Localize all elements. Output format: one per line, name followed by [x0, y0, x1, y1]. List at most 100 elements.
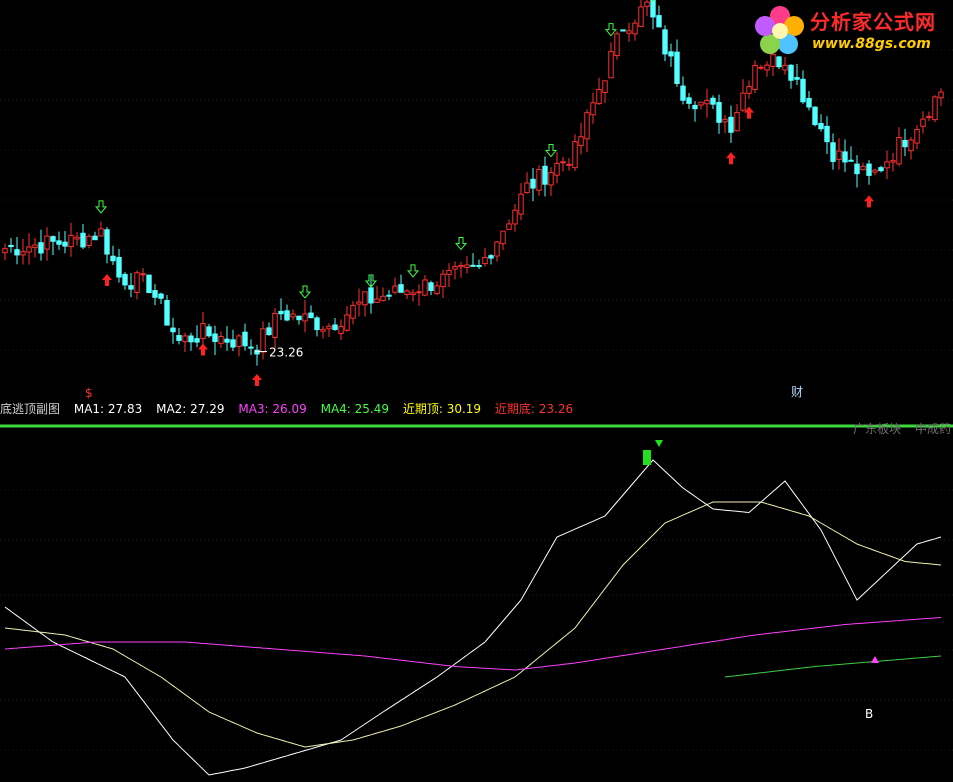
candle-body [632, 22, 638, 35]
candle-body [674, 51, 680, 84]
candle-body [182, 335, 188, 343]
candle-body [812, 106, 818, 126]
candle-body [416, 291, 422, 294]
candle-body [764, 64, 770, 71]
indicator-series [4, 459, 942, 776]
candle-body [320, 328, 326, 332]
candle-body [116, 256, 122, 278]
candle-body [722, 118, 728, 123]
candle-body [554, 162, 560, 176]
candle-body [662, 29, 668, 55]
candle-body [938, 91, 944, 99]
candle-body [470, 264, 476, 267]
sell-arrow-icon [94, 200, 108, 214]
candle-body [68, 234, 74, 248]
candle-body [86, 235, 92, 247]
candle-body [446, 269, 452, 275]
candle-body [8, 244, 14, 248]
candle-body [188, 335, 194, 343]
candle-body [458, 264, 464, 268]
candle-body [902, 139, 908, 148]
sector-label-region: 广东板块 [853, 422, 902, 436]
candle-body [362, 291, 368, 306]
candle-body [122, 273, 128, 286]
candle-body [392, 285, 398, 293]
candle-body [290, 313, 296, 318]
candle-body [872, 169, 878, 173]
candle-body [830, 142, 836, 162]
candle-body [524, 182, 530, 194]
candle-body [356, 301, 362, 305]
candle-body [530, 178, 536, 189]
candle-body [50, 236, 56, 242]
indicator-line-yellow [4, 501, 942, 748]
candle-body [836, 150, 842, 160]
candle-body [638, 6, 644, 27]
candle-body [734, 112, 740, 132]
sector-labels: 广东板块 中成药 [843, 420, 951, 437]
candle-body [422, 279, 428, 296]
chart-canvas: 23.26 $ 财 B [0, 0, 953, 776]
candle-body [176, 335, 182, 341]
candle-body [278, 310, 284, 315]
logo-url: www.88gs.com [812, 36, 931, 52]
candle-body [614, 33, 620, 57]
candle-body [896, 136, 902, 165]
candle-body [308, 312, 314, 319]
candle-body [494, 241, 500, 257]
candle-body [62, 241, 68, 247]
candle-body [386, 294, 392, 297]
candle-body [398, 284, 404, 293]
candle-body [344, 314, 350, 331]
candle-body [212, 333, 218, 342]
candle-body [596, 89, 602, 105]
candle-body [908, 139, 914, 152]
candle-body [428, 282, 434, 291]
site-logo: 分析家公式网 www.88gs.com [752, 2, 952, 58]
candle-body [2, 248, 8, 254]
buy-arrow-icon [726, 152, 736, 165]
candle-body [668, 51, 674, 57]
up-triangle-icon [871, 656, 879, 663]
candle-body [224, 338, 230, 343]
candle-body [26, 246, 32, 253]
candle-body [566, 163, 572, 166]
candle-body [650, 0, 656, 18]
candle-body [14, 249, 20, 256]
candle-body [110, 255, 116, 262]
candle-body [440, 273, 446, 288]
candle-body [128, 285, 134, 290]
candle-body [284, 310, 290, 321]
candle-body [806, 97, 812, 108]
candle-body [686, 97, 692, 104]
candle-body [620, 29, 626, 32]
candle-body [200, 323, 206, 339]
legend-ma2: MA2: 27.29 [156, 402, 225, 416]
candle-body [332, 324, 338, 331]
indicator-markers: B [643, 440, 879, 721]
candle-body [488, 255, 494, 259]
buy-arrow-icon [198, 343, 208, 356]
legend-ma1: MA1: 27.83 [73, 402, 143, 416]
candle-body [704, 99, 710, 105]
candle-body [266, 327, 272, 336]
candle-body [926, 116, 932, 119]
candle-body [404, 290, 410, 295]
indicator-line-magenta [4, 617, 942, 671]
sell-arrow-icon [544, 144, 558, 158]
buy-arrow-icon [864, 195, 874, 208]
candle-body [728, 116, 734, 133]
sell-arrow-icon [406, 264, 420, 278]
candle-body [920, 118, 926, 127]
candle-body [272, 312, 278, 338]
candle-body [542, 165, 548, 185]
candle-body [656, 15, 662, 28]
candle-body [500, 230, 506, 245]
caption-marker: 财 [791, 385, 803, 399]
indicator-legend: 底逃顶副图 MA1: 27.83 MA2: 27.29 MA3: 26.09 M… [0, 400, 583, 418]
candle-body [914, 129, 920, 144]
candle-body [380, 295, 386, 302]
top-signal-bar [643, 450, 651, 465]
buy-arrow-icon [102, 274, 112, 287]
candle-body [146, 274, 152, 294]
